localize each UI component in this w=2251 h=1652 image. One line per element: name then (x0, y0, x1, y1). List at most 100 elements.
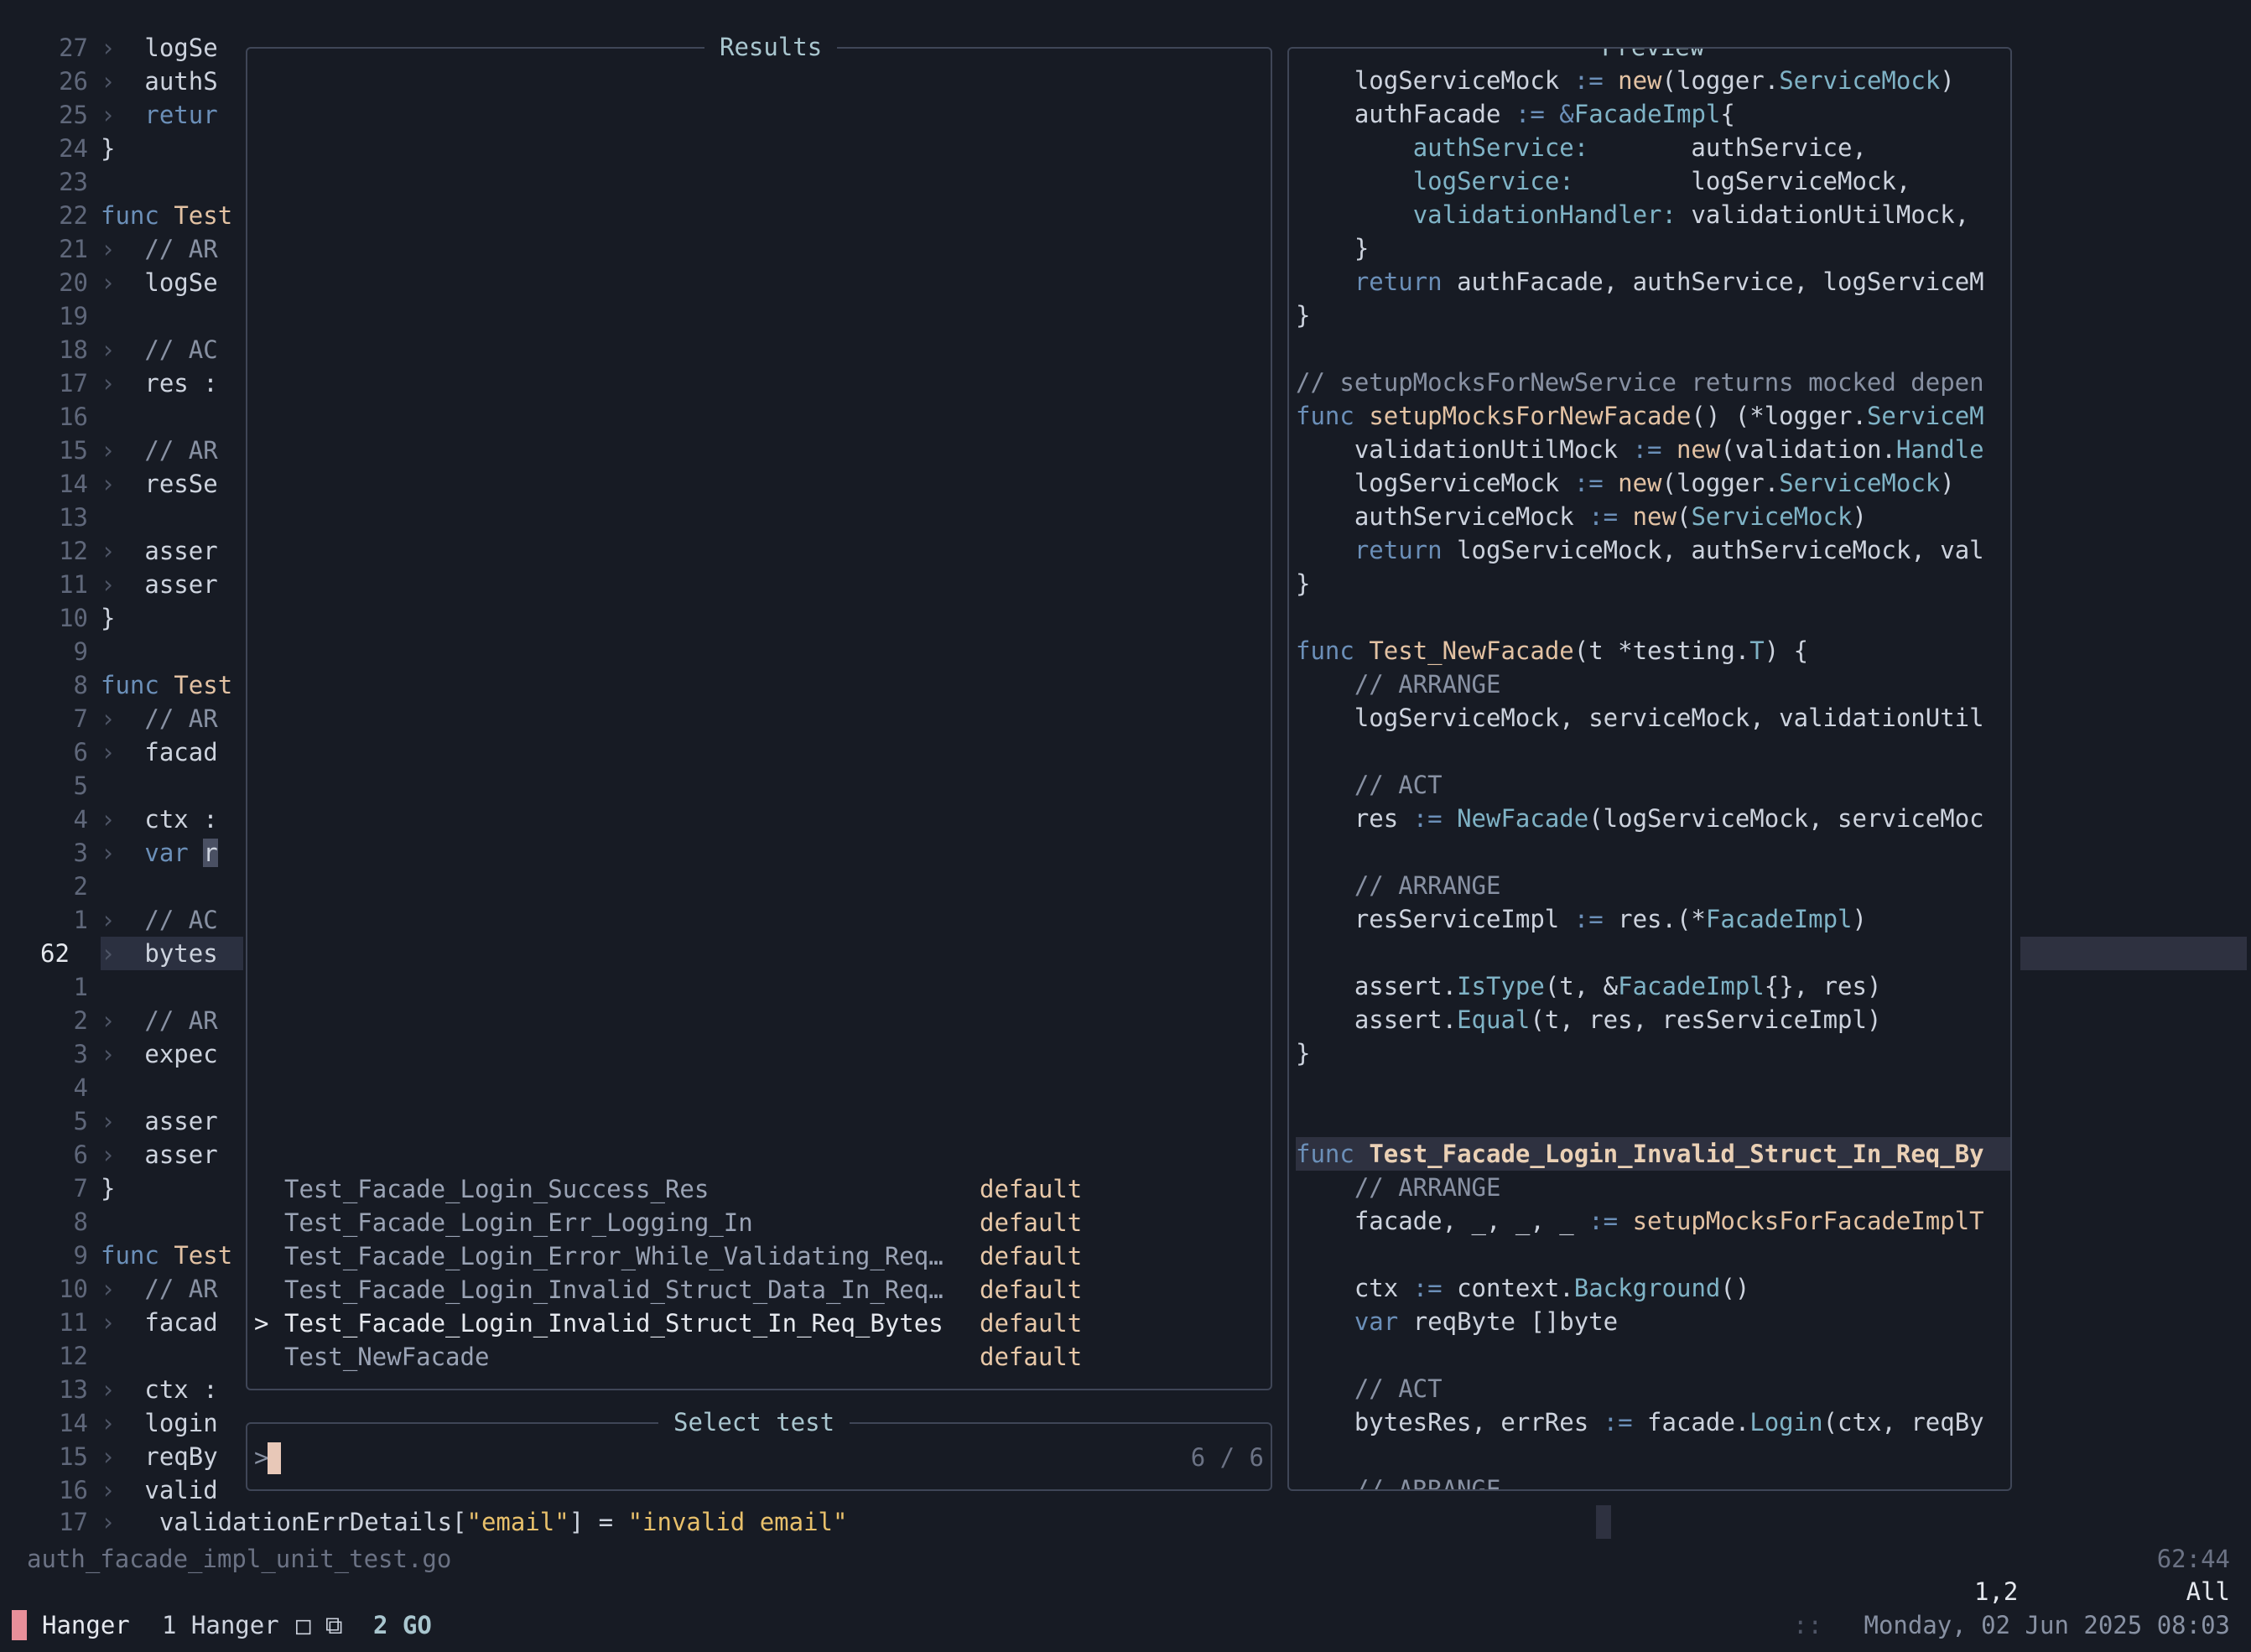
code-line[interactable]: › reqBy (101, 1440, 243, 1473)
code-line[interactable] (101, 769, 243, 803)
preview-token: // setupMocksForNewService returns mocke… (1296, 368, 1984, 397)
code-line[interactable]: › // AR (101, 434, 243, 467)
indent-guide: › (101, 1308, 116, 1337)
code-line[interactable]: › asser (101, 1104, 243, 1138)
separator: :: (1793, 1611, 1822, 1639)
code-line[interactable]: func Test (101, 199, 243, 232)
code-line[interactable] (101, 165, 243, 199)
preview-token: (t, & (1544, 972, 1619, 1000)
preview-panel: Preview logServiceMock := new(logger.Ser… (1287, 47, 2012, 1491)
code-line[interactable]: › logSe (101, 266, 243, 299)
preview-token: FacadeImpl (1573, 100, 1721, 128)
code-line[interactable]: › // AC (101, 333, 243, 366)
line-number: 17 (59, 369, 88, 397)
preview-line: } (1296, 299, 2010, 332)
indent-guide: › (101, 436, 116, 465)
code-line[interactable] (101, 1071, 243, 1104)
line-number: 13 (59, 503, 88, 532)
preview-token: ) (1852, 502, 1867, 531)
preview-token: // ACT (1296, 1374, 1443, 1403)
code-line[interactable] (101, 870, 243, 903)
code-line[interactable] (101, 970, 243, 1004)
result-item[interactable]: > Test_Facade_Login_Invalid_Struct_In_Req… (247, 1307, 1271, 1340)
indent-guide: › (101, 67, 116, 96)
result-item[interactable]: Test_NewFacade default (247, 1340, 1271, 1374)
preview-token: FacadeImpl (1618, 972, 1765, 1000)
preview-line: var reqByte []byte (1296, 1305, 2010, 1338)
result-count: 6 / 6 (1190, 1443, 1264, 1472)
preview-token (1296, 133, 1413, 162)
indent-guide: › (101, 704, 116, 733)
code-line[interactable] (101, 501, 243, 534)
code-line[interactable] (101, 1205, 243, 1239)
indent-guide: › (101, 369, 116, 397)
code-line[interactable]: func Test (101, 668, 243, 702)
code-line[interactable] (101, 400, 243, 434)
code-line[interactable]: › asser (101, 1138, 243, 1171)
code-line[interactable]: › // AR (101, 1272, 243, 1306)
result-item[interactable]: Test_Facade_Login_Error_While_Validating… (247, 1239, 1271, 1273)
code-line[interactable]: › login (101, 1406, 243, 1440)
code-text: asser (144, 537, 218, 565)
code-line[interactable]: › ctx : (101, 1373, 243, 1406)
preview-token (1296, 167, 1413, 195)
preview-line: resServiceImpl := res.(*FacadeImpl) (1296, 902, 2010, 936)
window-2[interactable]: 2 GO (373, 1608, 432, 1642)
code-text: asser (144, 1107, 218, 1135)
result-name: Test_Facade_Login_Err_Logging_In (284, 1208, 753, 1237)
line-number: 2 (73, 1006, 88, 1035)
code-line[interactable]: › facad (101, 735, 243, 769)
line-number: 7 (73, 704, 88, 733)
result-item[interactable]: Test_Facade_Login_Success_Res default (247, 1172, 1271, 1206)
line-number: 10 (59, 604, 88, 632)
code-line[interactable] (101, 299, 243, 333)
code-text: func Test (101, 201, 233, 230)
code-line[interactable]: › // AR (101, 702, 243, 735)
code-line[interactable]: › authS (101, 65, 243, 98)
result-item[interactable]: Test_Facade_Login_Invalid_Struct_Data_In… (247, 1273, 1271, 1307)
indent-guide: › (101, 537, 116, 565)
code-line[interactable]: › // AR (101, 1004, 243, 1037)
preview-token: authFacade (1296, 100, 1515, 128)
code-line-last[interactable]: › validationErrDetails["email"] = "inval… (101, 1505, 847, 1539)
code-text: // AC (144, 906, 218, 934)
code-line[interactable]: › // AC (101, 903, 243, 937)
code-line[interactable]: } (101, 1171, 243, 1205)
code-line[interactable]: › res : (101, 366, 243, 400)
result-name: Test_Facade_Login_Invalid_Struct_In_Req_… (284, 1309, 944, 1338)
code-text: // AR (144, 436, 218, 465)
result-name: Test_NewFacade (284, 1343, 490, 1371)
code-line[interactable]: › asser (101, 534, 243, 568)
code-line[interactable]: › facad (101, 1306, 243, 1339)
indent-guide: › (101, 738, 116, 766)
prompt-title: Select test (658, 1405, 850, 1439)
code-text: func Test (101, 1241, 233, 1270)
code-line[interactable]: › asser (101, 568, 243, 601)
window-1[interactable]: 1 Hanger (162, 1608, 279, 1642)
select-test-prompt[interactable]: Select test > 6 / 6 (246, 1405, 1272, 1491)
code-line[interactable]: › ctx : (101, 803, 243, 836)
code-line[interactable] (101, 635, 243, 668)
code-line[interactable]: › expec (101, 1037, 243, 1071)
indent-guide: › (101, 34, 116, 62)
code-line[interactable]: } (101, 132, 243, 165)
code-line[interactable]: › var r (101, 836, 243, 870)
code-line[interactable]: › retur (101, 98, 243, 132)
selection-caret: > (254, 1309, 269, 1338)
preview-token: T (1749, 636, 1765, 665)
code-line[interactable]: } (101, 601, 243, 635)
code-line[interactable]: › // AR (101, 232, 243, 266)
code-line[interactable]: › bytes (101, 937, 243, 970)
code-line[interactable]: func Test (101, 1239, 243, 1272)
code-line[interactable]: › logSe (101, 31, 243, 65)
preview-token: IsType (1457, 972, 1545, 1000)
code-area[interactable]: › logSe › authS › retur} func Test › // AR › … (101, 31, 243, 1507)
prompt-cursor[interactable] (268, 1442, 281, 1474)
code-text: authS (144, 67, 218, 96)
code-line[interactable]: › valid (101, 1473, 243, 1507)
preview-token: (logger. (1661, 469, 1780, 497)
code-line[interactable] (101, 1339, 243, 1373)
code-line[interactable]: › resSe (101, 467, 243, 501)
result-item[interactable]: Test_Facade_Login_Err_Logging_In default (247, 1206, 1271, 1239)
result-tag: default (980, 1275, 1083, 1304)
